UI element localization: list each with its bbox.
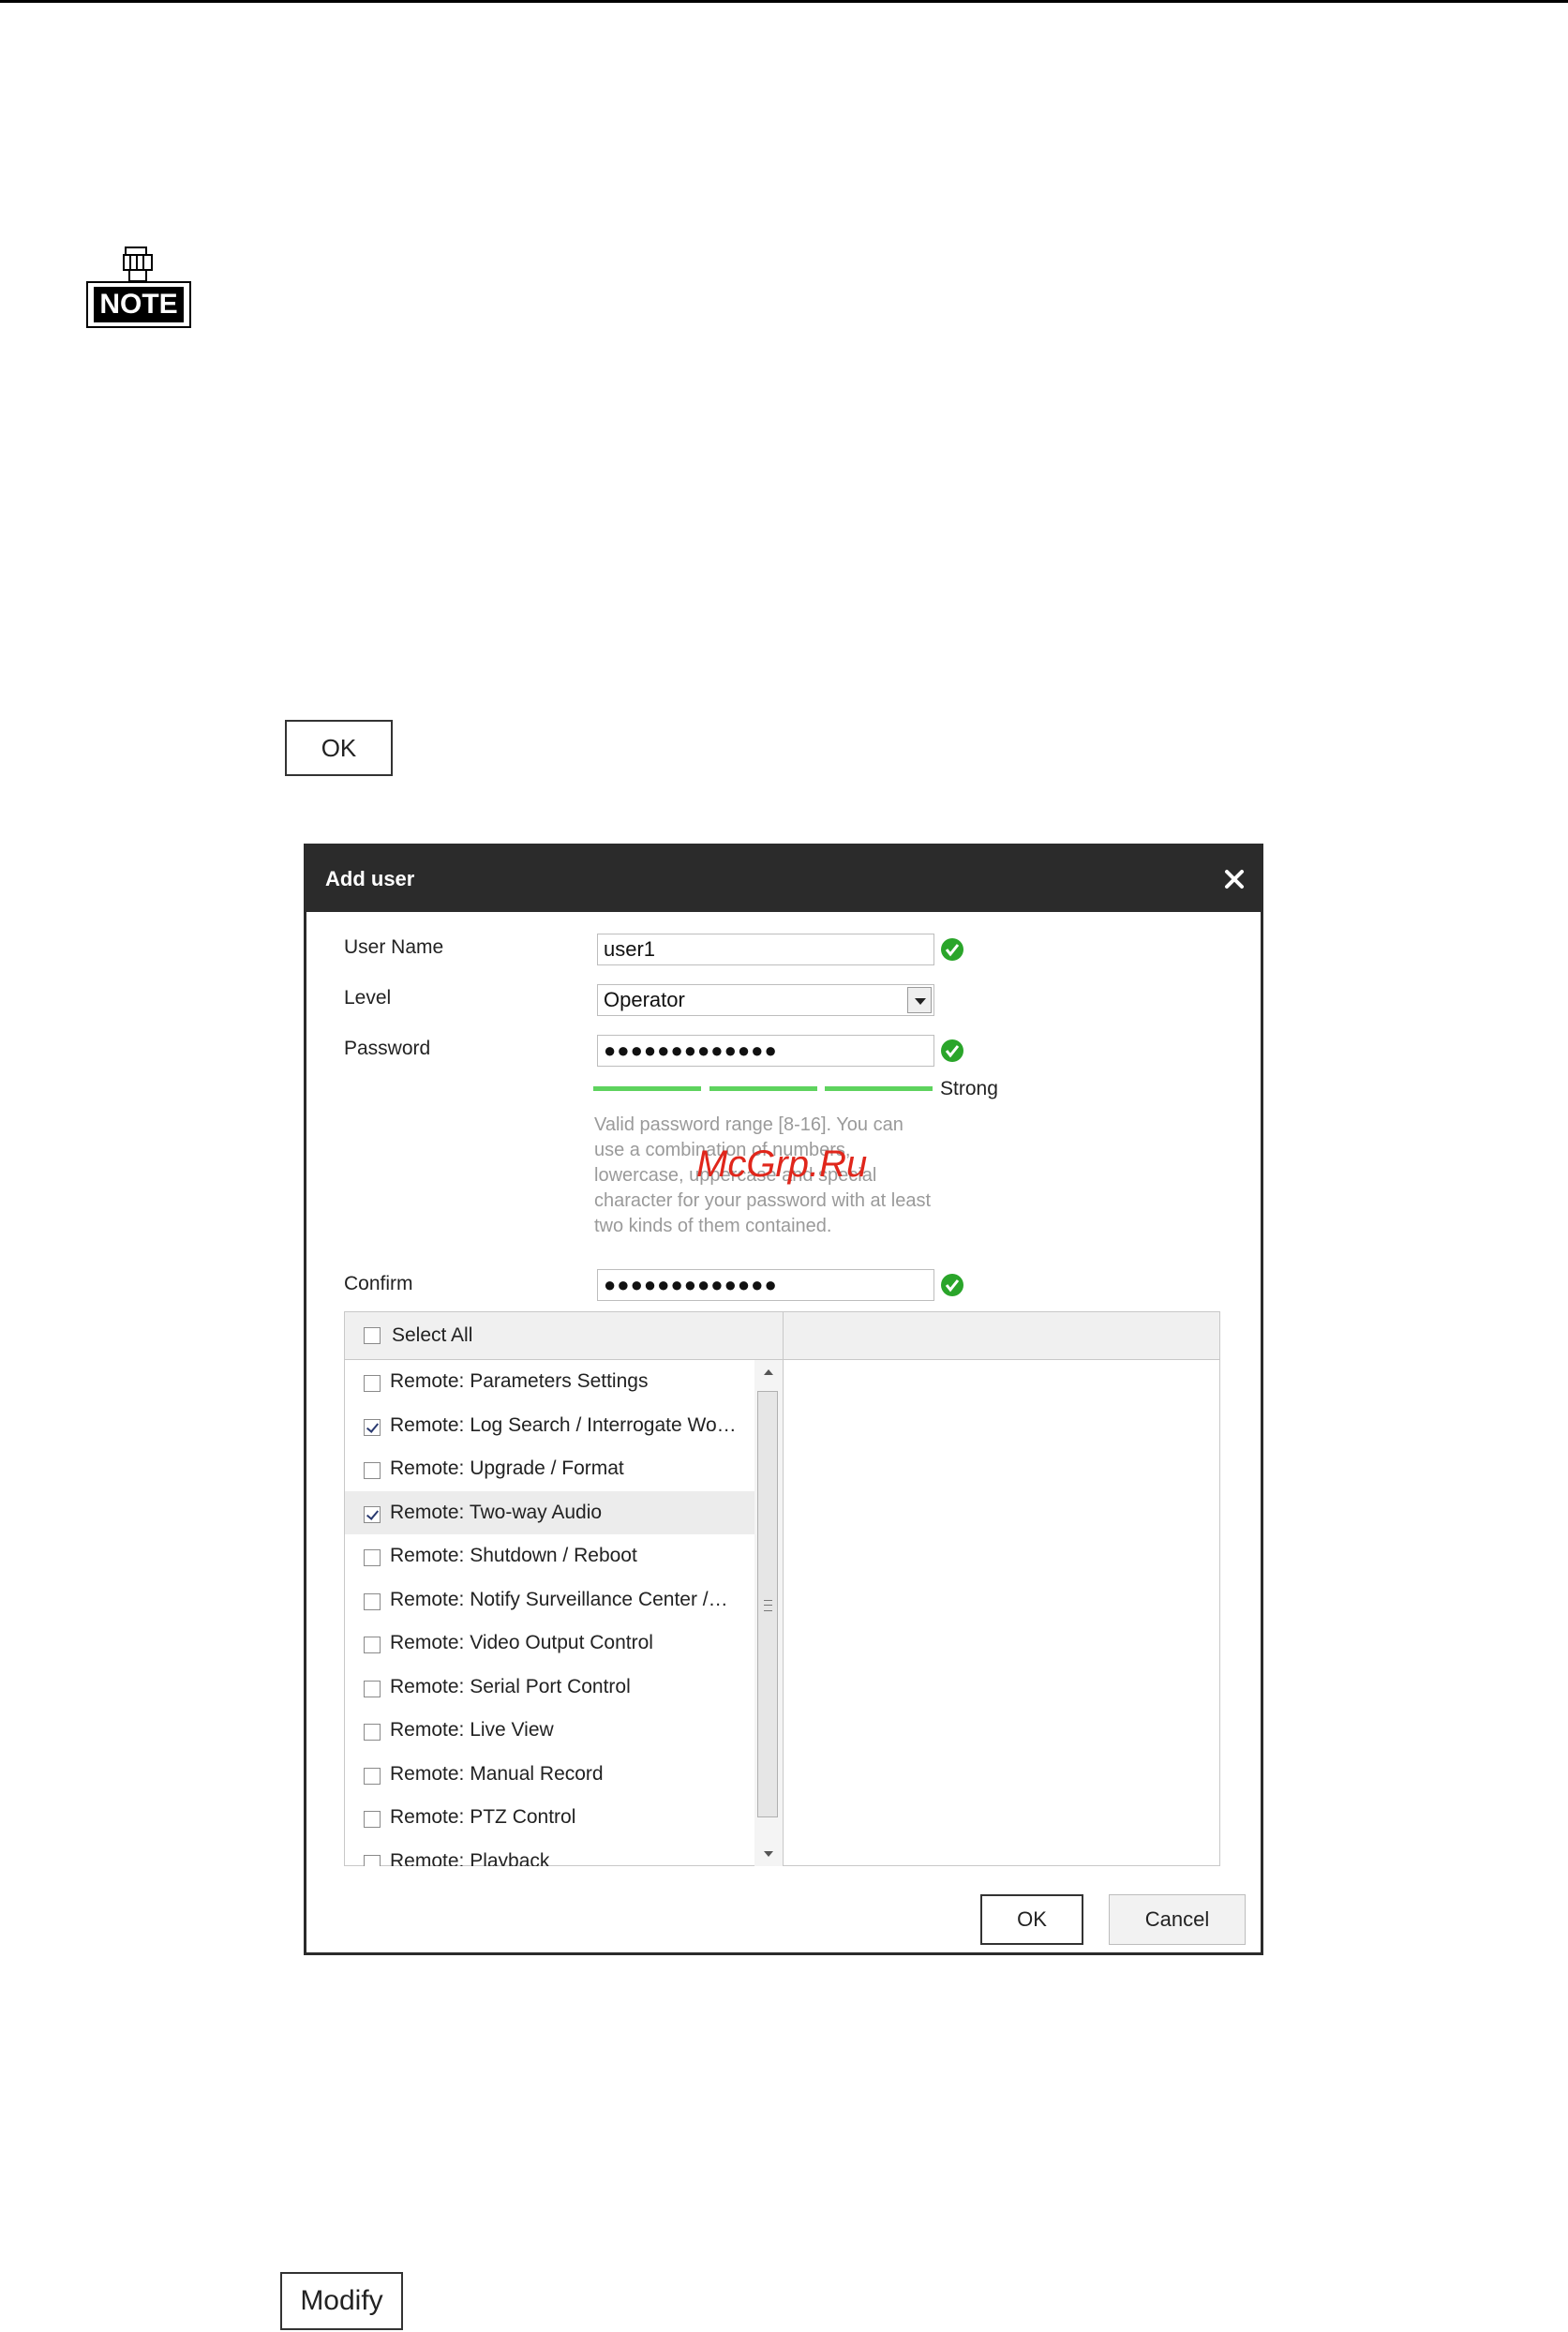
permission-label: Remote: Manual Record [390, 1762, 604, 1785]
permission-checkbox[interactable] [364, 1505, 381, 1523]
pointing-hand-icon [123, 247, 153, 282]
dialog-title: Add user [325, 867, 415, 890]
permission-label: Remote: Two-way Audio [390, 1501, 603, 1523]
permissions-divider [783, 1312, 784, 1865]
user-name-value: user1 [604, 937, 656, 961]
permission-label: Remote: Log Search / Interrogate Wo… [390, 1413, 737, 1436]
valid-check-icon [941, 1039, 963, 1062]
permission-label: Remote: PTZ Control [390, 1806, 576, 1828]
permissions-panel: Select All Remote: Parameters Settings Re… [344, 1311, 1220, 1866]
permission-item[interactable]: Remote: Manual Record [345, 1753, 754, 1796]
top-rule [0, 0, 1568, 3]
strength-bar-segment [593, 1086, 701, 1091]
permission-item[interactable]: Remote: Log Search / Interrogate Wo… [345, 1404, 754, 1447]
modify-button[interactable]: Modify [280, 2272, 403, 2330]
password-label: Password [344, 1038, 431, 1059]
scroll-up-arrow-icon[interactable] [754, 1360, 783, 1384]
strength-bar-segment [825, 1086, 933, 1091]
permission-checkbox[interactable] [364, 1375, 381, 1392]
permission-checkbox[interactable] [364, 1724, 381, 1741]
permission-item[interactable]: Remote: Parameters Settings [345, 1360, 754, 1403]
add-user-dialog: Add user User Name user1 Level Operator … [304, 844, 1263, 1955]
permission-item[interactable]: Remote: Video Output Control [345, 1622, 754, 1665]
permission-checkbox[interactable] [364, 1637, 381, 1653]
permission-item[interactable]: Remote: Shutdown / Reboot [345, 1534, 754, 1577]
dialog-header: Add user [306, 846, 1261, 912]
permissions-scrollbar[interactable] [754, 1360, 783, 1866]
valid-check-icon [941, 1274, 963, 1296]
permission-label: Remote: Playback [390, 1849, 550, 1867]
permission-label: Remote: Notify Surveillance Center /… [390, 1588, 728, 1610]
note-label: NOTE [94, 287, 184, 322]
password-masked-value: ●●●●●●●●●●●●● [604, 1039, 778, 1062]
standalone-ok-button[interactable]: OK [285, 720, 393, 776]
permission-item[interactable]: Remote: Notify Surveillance Center /… [345, 1578, 754, 1622]
note-label-box: NOTE [86, 281, 191, 328]
permission-checkbox[interactable] [364, 1811, 381, 1828]
permission-checkbox[interactable] [364, 1680, 381, 1697]
permission-label: Remote: Shutdown / Reboot [390, 1545, 637, 1566]
dialog-ok-button[interactable]: OK [980, 1894, 1083, 1945]
password-input[interactable]: ●●●●●●●●●●●●● [597, 1035, 934, 1067]
permission-checkbox[interactable] [364, 1549, 381, 1566]
user-name-input[interactable]: user1 [597, 934, 934, 965]
permission-checkbox[interactable] [364, 1462, 381, 1479]
strength-bar-segment [709, 1086, 817, 1091]
watermark: McGrp.Ru [696, 1144, 868, 1185]
close-icon[interactable] [1221, 866, 1247, 892]
user-name-label: User Name [344, 936, 444, 958]
select-all-checkbox[interactable] [364, 1327, 381, 1344]
permissions-list: Remote: Parameters Settings Remote: Log S… [345, 1360, 754, 1866]
permission-item[interactable]: Remote: Serial Port Control [345, 1666, 754, 1709]
confirm-password-input[interactable]: ●●●●●●●●●●●●● [597, 1269, 934, 1301]
password-strength-label: Strong [940, 1078, 998, 1099]
grip-icon [764, 1600, 772, 1611]
permission-item[interactable]: Remote: Upgrade / Format [345, 1447, 754, 1490]
permission-item[interactable]: Remote: Live View [345, 1709, 754, 1752]
permission-checkbox[interactable] [364, 1854, 381, 1866]
dialog-cancel-button[interactable]: Cancel [1109, 1894, 1246, 1945]
permission-item[interactable]: Remote: PTZ Control [345, 1796, 754, 1839]
level-select[interactable]: Operator [597, 984, 934, 1016]
permission-label: Remote: Parameters Settings [390, 1370, 649, 1392]
permission-item[interactable]: Remote: Two-way Audio [345, 1490, 754, 1534]
confirm-masked-value: ●●●●●●●●●●●●● [604, 1273, 778, 1296]
scroll-down-arrow-icon[interactable] [754, 1842, 783, 1866]
select-all-label: Select All [392, 1324, 473, 1346]
permission-checkbox[interactable] [364, 1418, 381, 1436]
permission-checkbox[interactable] [364, 1592, 381, 1610]
valid-check-icon [941, 938, 963, 961]
confirm-label: Confirm [344, 1273, 413, 1294]
permission-label: Remote: Serial Port Control [390, 1675, 631, 1697]
permission-label: Remote: Live View [390, 1719, 554, 1741]
permission-label: Remote: Upgrade / Format [390, 1458, 624, 1479]
permission-label: Remote: Video Output Control [390, 1632, 653, 1653]
permission-checkbox[interactable] [364, 1767, 381, 1785]
note-icon: NOTE [86, 246, 193, 330]
permission-item[interactable]: Remote: Playback [345, 1840, 754, 1867]
level-value: Operator [604, 988, 685, 1011]
scrollbar-thumb[interactable] [757, 1391, 778, 1817]
level-label: Level [344, 987, 392, 1009]
chevron-down-icon[interactable] [907, 987, 932, 1013]
